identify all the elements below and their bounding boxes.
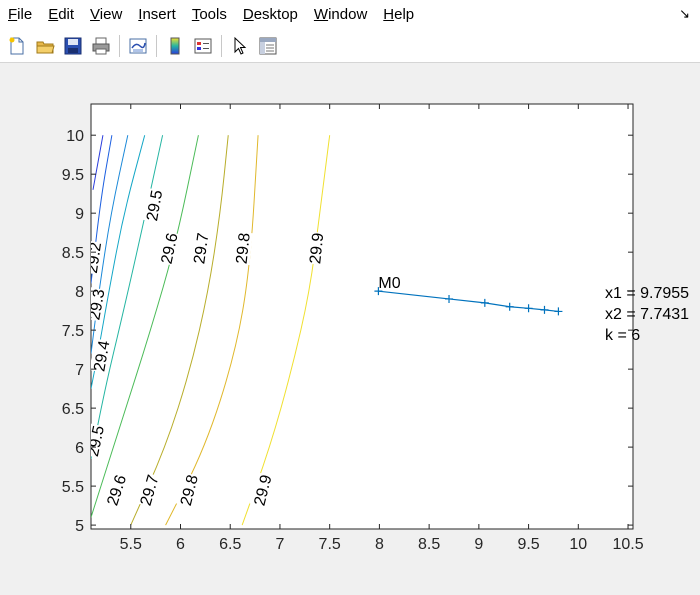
y-tick-label: 8.5 bbox=[62, 245, 84, 262]
contour-plot[interactable]: 29.229.329.429.529.529.629.629.729.729.8… bbox=[0, 64, 700, 590]
x-tick-label: 10.5 bbox=[612, 536, 643, 553]
y-tick-label: 6.5 bbox=[62, 401, 84, 418]
x-tick-label: 8 bbox=[375, 536, 384, 553]
dock-arrow-icon[interactable]: ↘ bbox=[679, 6, 690, 22]
y-tick-label: 9.5 bbox=[62, 167, 84, 184]
menu-label-rest: iew bbox=[99, 6, 123, 23]
open-folder-icon[interactable] bbox=[33, 34, 57, 58]
x-tick-label: 7.5 bbox=[319, 536, 341, 553]
figure-area: 29.2 29.3 29.4 29.5 29.5 29.6 29.6 29.7 29.7 29.8… bbox=[0, 64, 700, 590]
menu-item-file[interactable]: File bbox=[0, 0, 40, 30]
menu-label-rest: ile bbox=[17, 6, 33, 23]
menu-label-rest: dit bbox=[58, 6, 75, 23]
x-tick-label: 9.5 bbox=[517, 536, 539, 553]
menu-label-rest: elp bbox=[394, 6, 415, 23]
menu-item-edit[interactable]: Edit bbox=[40, 0, 82, 30]
new-file-icon[interactable] bbox=[5, 34, 29, 58]
contour-label: 29.9 bbox=[307, 232, 327, 265]
figure-toolbar bbox=[0, 30, 700, 63]
annotation-line-1: x1 = 9.7955 bbox=[605, 285, 689, 302]
menu-accelerator: D bbox=[242, 6, 254, 23]
toolbar-separator bbox=[221, 35, 222, 57]
menu-label-rest: ools bbox=[199, 6, 227, 23]
pointer-icon[interactable] bbox=[228, 34, 252, 58]
menu-accelerator: F bbox=[8, 6, 18, 23]
result-annotations: x1 = 9.7955 x2 = 7.7431 k = 6 bbox=[605, 285, 689, 344]
menu-accelerator: E bbox=[48, 6, 59, 23]
menu-item-tools[interactable]: Tools bbox=[184, 0, 235, 30]
x-tick-label: 9 bbox=[474, 536, 483, 553]
start-point-label: M0 bbox=[378, 275, 400, 292]
menu-item-help[interactable]: Help bbox=[375, 0, 422, 30]
annotation-line-2: x2 = 7.7431 bbox=[605, 306, 689, 323]
menu-accelerator: W bbox=[313, 6, 329, 23]
toolbar-separator bbox=[119, 35, 120, 57]
x-tick-label: 6.5 bbox=[219, 536, 241, 553]
link-plot-icon[interactable] bbox=[126, 34, 150, 58]
contour-label: 29.8 bbox=[234, 232, 254, 265]
axes-background bbox=[90, 103, 634, 530]
menu-label-rest: indow bbox=[328, 6, 368, 23]
menu-item-desktop[interactable]: Desktop bbox=[235, 0, 306, 30]
y-tick-label: 6 bbox=[75, 440, 84, 457]
y-tick-label: 7.5 bbox=[62, 323, 84, 340]
y-tick-label: 5.5 bbox=[62, 479, 84, 496]
x-tick-label: 8.5 bbox=[418, 536, 440, 553]
y-tick-label: 5 bbox=[75, 518, 84, 535]
toolbar-separator bbox=[156, 35, 157, 57]
menu-accelerator: V bbox=[90, 6, 100, 23]
y-tick-label: 7 bbox=[75, 362, 84, 379]
y-tick-label: 8 bbox=[75, 284, 84, 301]
y-tick-label: 10 bbox=[66, 128, 84, 145]
y-tick-label: 9 bbox=[75, 206, 84, 223]
x-tick-label: 6 bbox=[176, 536, 185, 553]
legend-icon[interactable] bbox=[191, 34, 215, 58]
menu-accelerator: H bbox=[383, 6, 395, 23]
print-icon[interactable] bbox=[89, 34, 113, 58]
x-tick-label: 5.5 bbox=[120, 536, 142, 553]
x-tick-label: 10 bbox=[569, 536, 587, 553]
x-tick-label: 7 bbox=[276, 536, 285, 553]
annotation-line-3: k = 6 bbox=[605, 327, 640, 344]
menu-label-rest: nsert bbox=[142, 6, 176, 23]
menu-bar: File Edit View Insert Tools Desktop Window Help… bbox=[0, 0, 700, 30]
menu-label-rest: esktop bbox=[253, 6, 298, 23]
colorbar-icon[interactable] bbox=[163, 34, 187, 58]
property-inspector-icon[interactable] bbox=[256, 34, 280, 58]
save-icon[interactable] bbox=[61, 34, 85, 58]
menu-item-view[interactable]: View bbox=[82, 0, 130, 30]
menu-item-window[interactable]: Window bbox=[306, 0, 375, 30]
menu-item-insert[interactable]: Insert bbox=[130, 0, 184, 30]
